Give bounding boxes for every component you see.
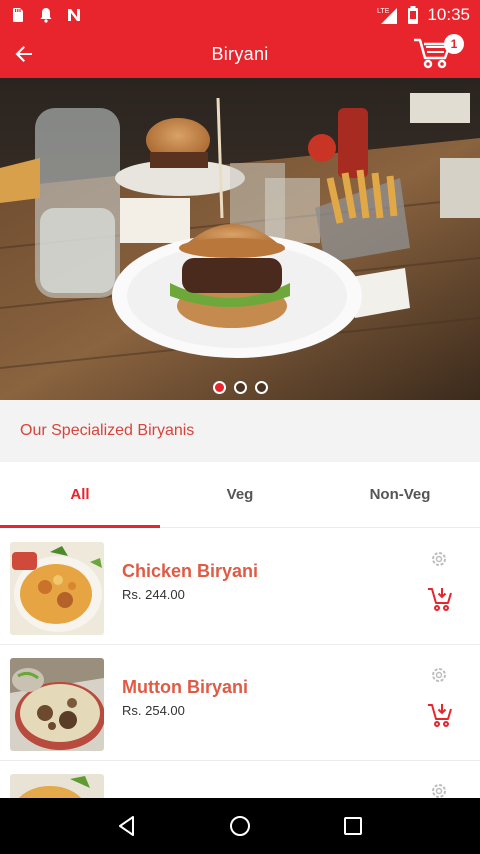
carousel-dot[interactable]	[212, 381, 226, 394]
carousel-dot[interactable]	[254, 381, 268, 394]
nav-back-button[interactable]	[112, 811, 142, 841]
tab-veg[interactable]: Veg	[160, 462, 320, 527]
carousel-dot[interactable]	[233, 381, 247, 394]
item-thumbnail	[10, 542, 104, 635]
list-item[interactable]: Chicken Biryani Rs. 244.00	[0, 529, 480, 645]
battery-icon	[408, 6, 419, 24]
recents-square-icon	[344, 817, 363, 835]
gear-icon[interactable]	[430, 550, 448, 568]
add-to-cart-icon[interactable]	[427, 586, 453, 612]
lte-signal-icon: LTE	[377, 8, 398, 24]
sd-card-icon	[13, 8, 23, 22]
status-bar: LTE 10:35	[0, 0, 480, 30]
home-circle-icon	[229, 816, 250, 836]
gear-icon[interactable]	[430, 666, 448, 684]
back-triangle-icon	[118, 816, 134, 836]
svg-text:LTE: LTE	[377, 8, 390, 15]
cart-button[interactable]: 1	[412, 34, 464, 74]
item-price: Rs. 254.00	[122, 703, 185, 718]
section-header: Our Specialized Biryanis	[0, 400, 480, 462]
tab-non-veg[interactable]: Non-Veg	[320, 462, 480, 527]
nav-recents-button[interactable]	[338, 811, 368, 841]
app-n-icon	[68, 9, 80, 21]
cart-count-badge: 1	[444, 34, 464, 54]
item-name[interactable]: Mutton Biryani	[122, 677, 248, 698]
page-title: Biryani	[211, 43, 269, 64]
tab-all[interactable]: All	[0, 462, 160, 528]
back-arrow-icon	[15, 46, 32, 62]
back-button[interactable]	[4, 34, 44, 74]
item-name[interactable]: Chicken Biryani	[122, 561, 258, 582]
add-to-cart-icon[interactable]	[427, 702, 453, 728]
nav-home-button[interactable]	[225, 811, 255, 841]
app-bar: Biryani 1	[0, 30, 480, 78]
status-time: 10:35	[427, 5, 470, 24]
system-nav-bar	[0, 798, 480, 854]
item-thumbnail	[10, 658, 104, 751]
category-tabs: All Veg Non-Veg	[0, 462, 480, 528]
notification-bell-icon	[40, 8, 52, 23]
item-thumbnail	[10, 774, 104, 798]
banner-carousel[interactable]	[0, 78, 480, 400]
list-item[interactable]	[0, 761, 480, 798]
list-item[interactable]: Mutton Biryani Rs. 254.00	[0, 645, 480, 761]
banner-image	[0, 78, 480, 400]
carousel-indicator	[0, 381, 480, 394]
gear-icon[interactable]	[430, 782, 448, 798]
section-title: Our Specialized Biryanis	[20, 422, 195, 439]
item-price: Rs. 244.00	[122, 587, 185, 602]
biryani-list[interactable]: Chicken Biryani Rs. 244.00 Mutton Biryan…	[0, 529, 480, 798]
